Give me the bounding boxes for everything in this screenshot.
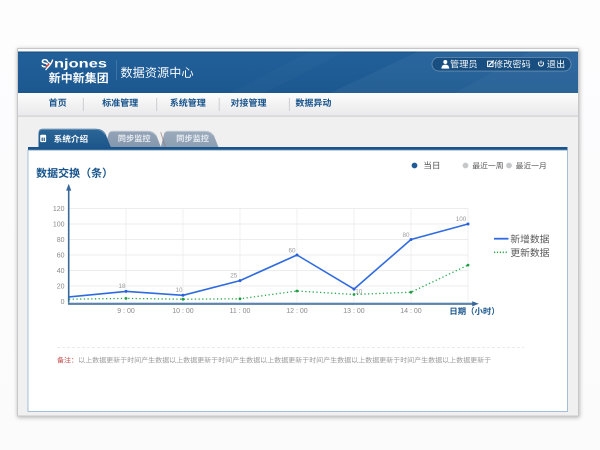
svg-text:11 : 00: 11 : 00: [230, 308, 251, 315]
svg-text:120: 120: [53, 206, 65, 213]
svg-text:10 : 00: 10 : 00: [172, 308, 194, 315]
svg-text:100: 100: [456, 216, 467, 223]
svg-text:20: 20: [57, 283, 65, 290]
svg-text:60: 60: [57, 252, 65, 259]
svg-text:njones: njones: [54, 57, 107, 71]
svg-text:80: 80: [402, 232, 410, 239]
svg-text:40: 40: [57, 268, 65, 275]
svg-text:10: 10: [355, 289, 363, 296]
svg-text:10: 10: [175, 287, 183, 294]
svg-text:14 : 00: 14 : 00: [400, 308, 422, 315]
svg-text:9 : 00: 9 : 00: [117, 308, 135, 315]
svg-text:100: 100: [53, 221, 65, 228]
svg-text:60: 60: [288, 247, 296, 254]
svg-text:80: 80: [57, 237, 65, 244]
svg-text:13 : 00: 13 : 00: [343, 308, 365, 315]
svg-text:25: 25: [230, 272, 238, 279]
svg-text:12 : 00: 12 : 00: [286, 308, 308, 315]
svg-text:18: 18: [118, 283, 126, 290]
svg-text:0: 0: [61, 299, 65, 306]
